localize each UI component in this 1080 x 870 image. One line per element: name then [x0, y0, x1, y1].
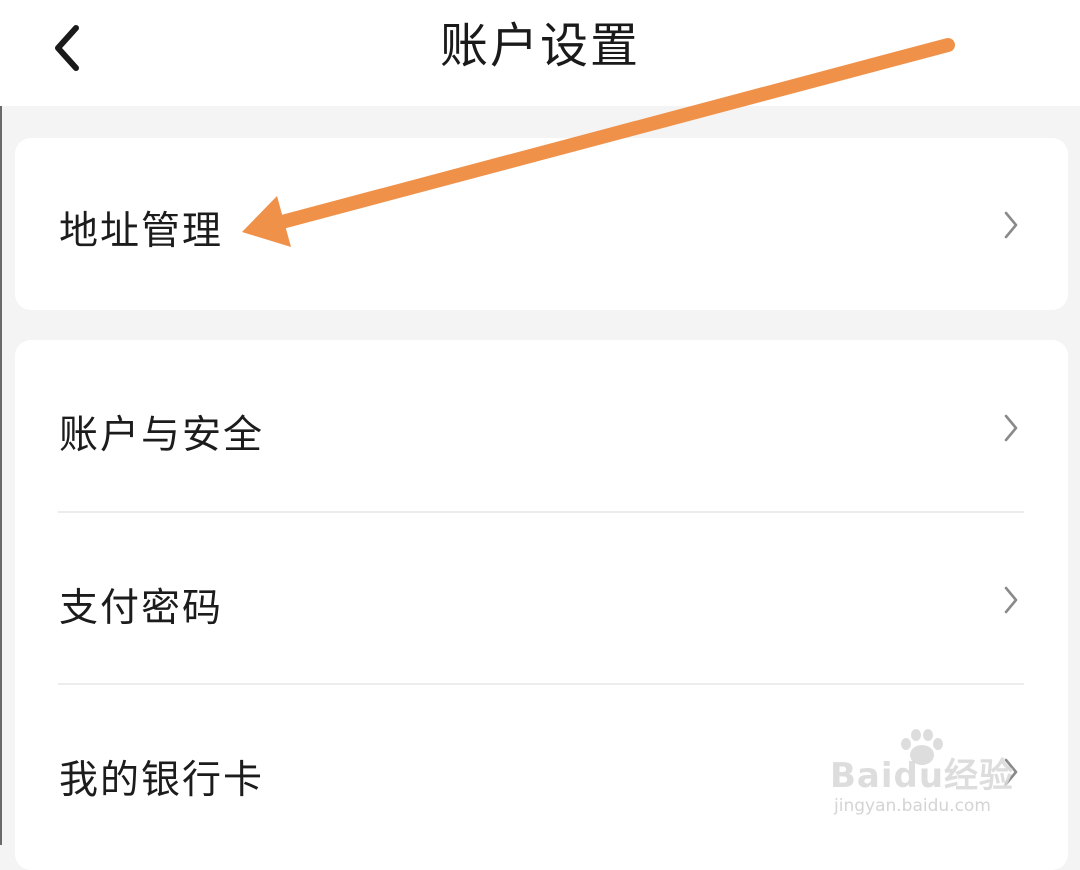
- baidu-jingyan-watermark: Baidu经验 jingyan.baidu.com: [826, 728, 1036, 828]
- watermark-brand: Baidu经验: [830, 756, 1015, 796]
- settings-row-account-security[interactable]: 账户与安全: [15, 340, 1068, 512]
- navigation-bar: 账户设置: [0, 0, 1080, 106]
- settings-row-label: 我的银行卡: [59, 758, 265, 803]
- address-settings-card: 地址管理: [15, 138, 1068, 310]
- chevron-left-icon: [55, 25, 79, 71]
- settings-row-label: 账户与安全: [59, 413, 265, 458]
- page-title: 账户设置: [439, 18, 640, 74]
- watermark-url: jingyan.baidu.com: [834, 796, 991, 816]
- chevron-right-icon: [1004, 211, 1018, 239]
- settings-row-label: 支付密码: [59, 586, 224, 631]
- screen-left-edge: [0, 0, 2, 845]
- chevron-right-icon: [1004, 414, 1018, 442]
- settings-row-label: 地址管理: [59, 209, 224, 254]
- back-button[interactable]: [30, 12, 102, 84]
- settings-row-payment-password[interactable]: 支付密码: [15, 513, 1068, 683]
- chevron-right-icon: [1004, 586, 1018, 614]
- settings-row-address-management[interactable]: 地址管理: [15, 138, 1068, 310]
